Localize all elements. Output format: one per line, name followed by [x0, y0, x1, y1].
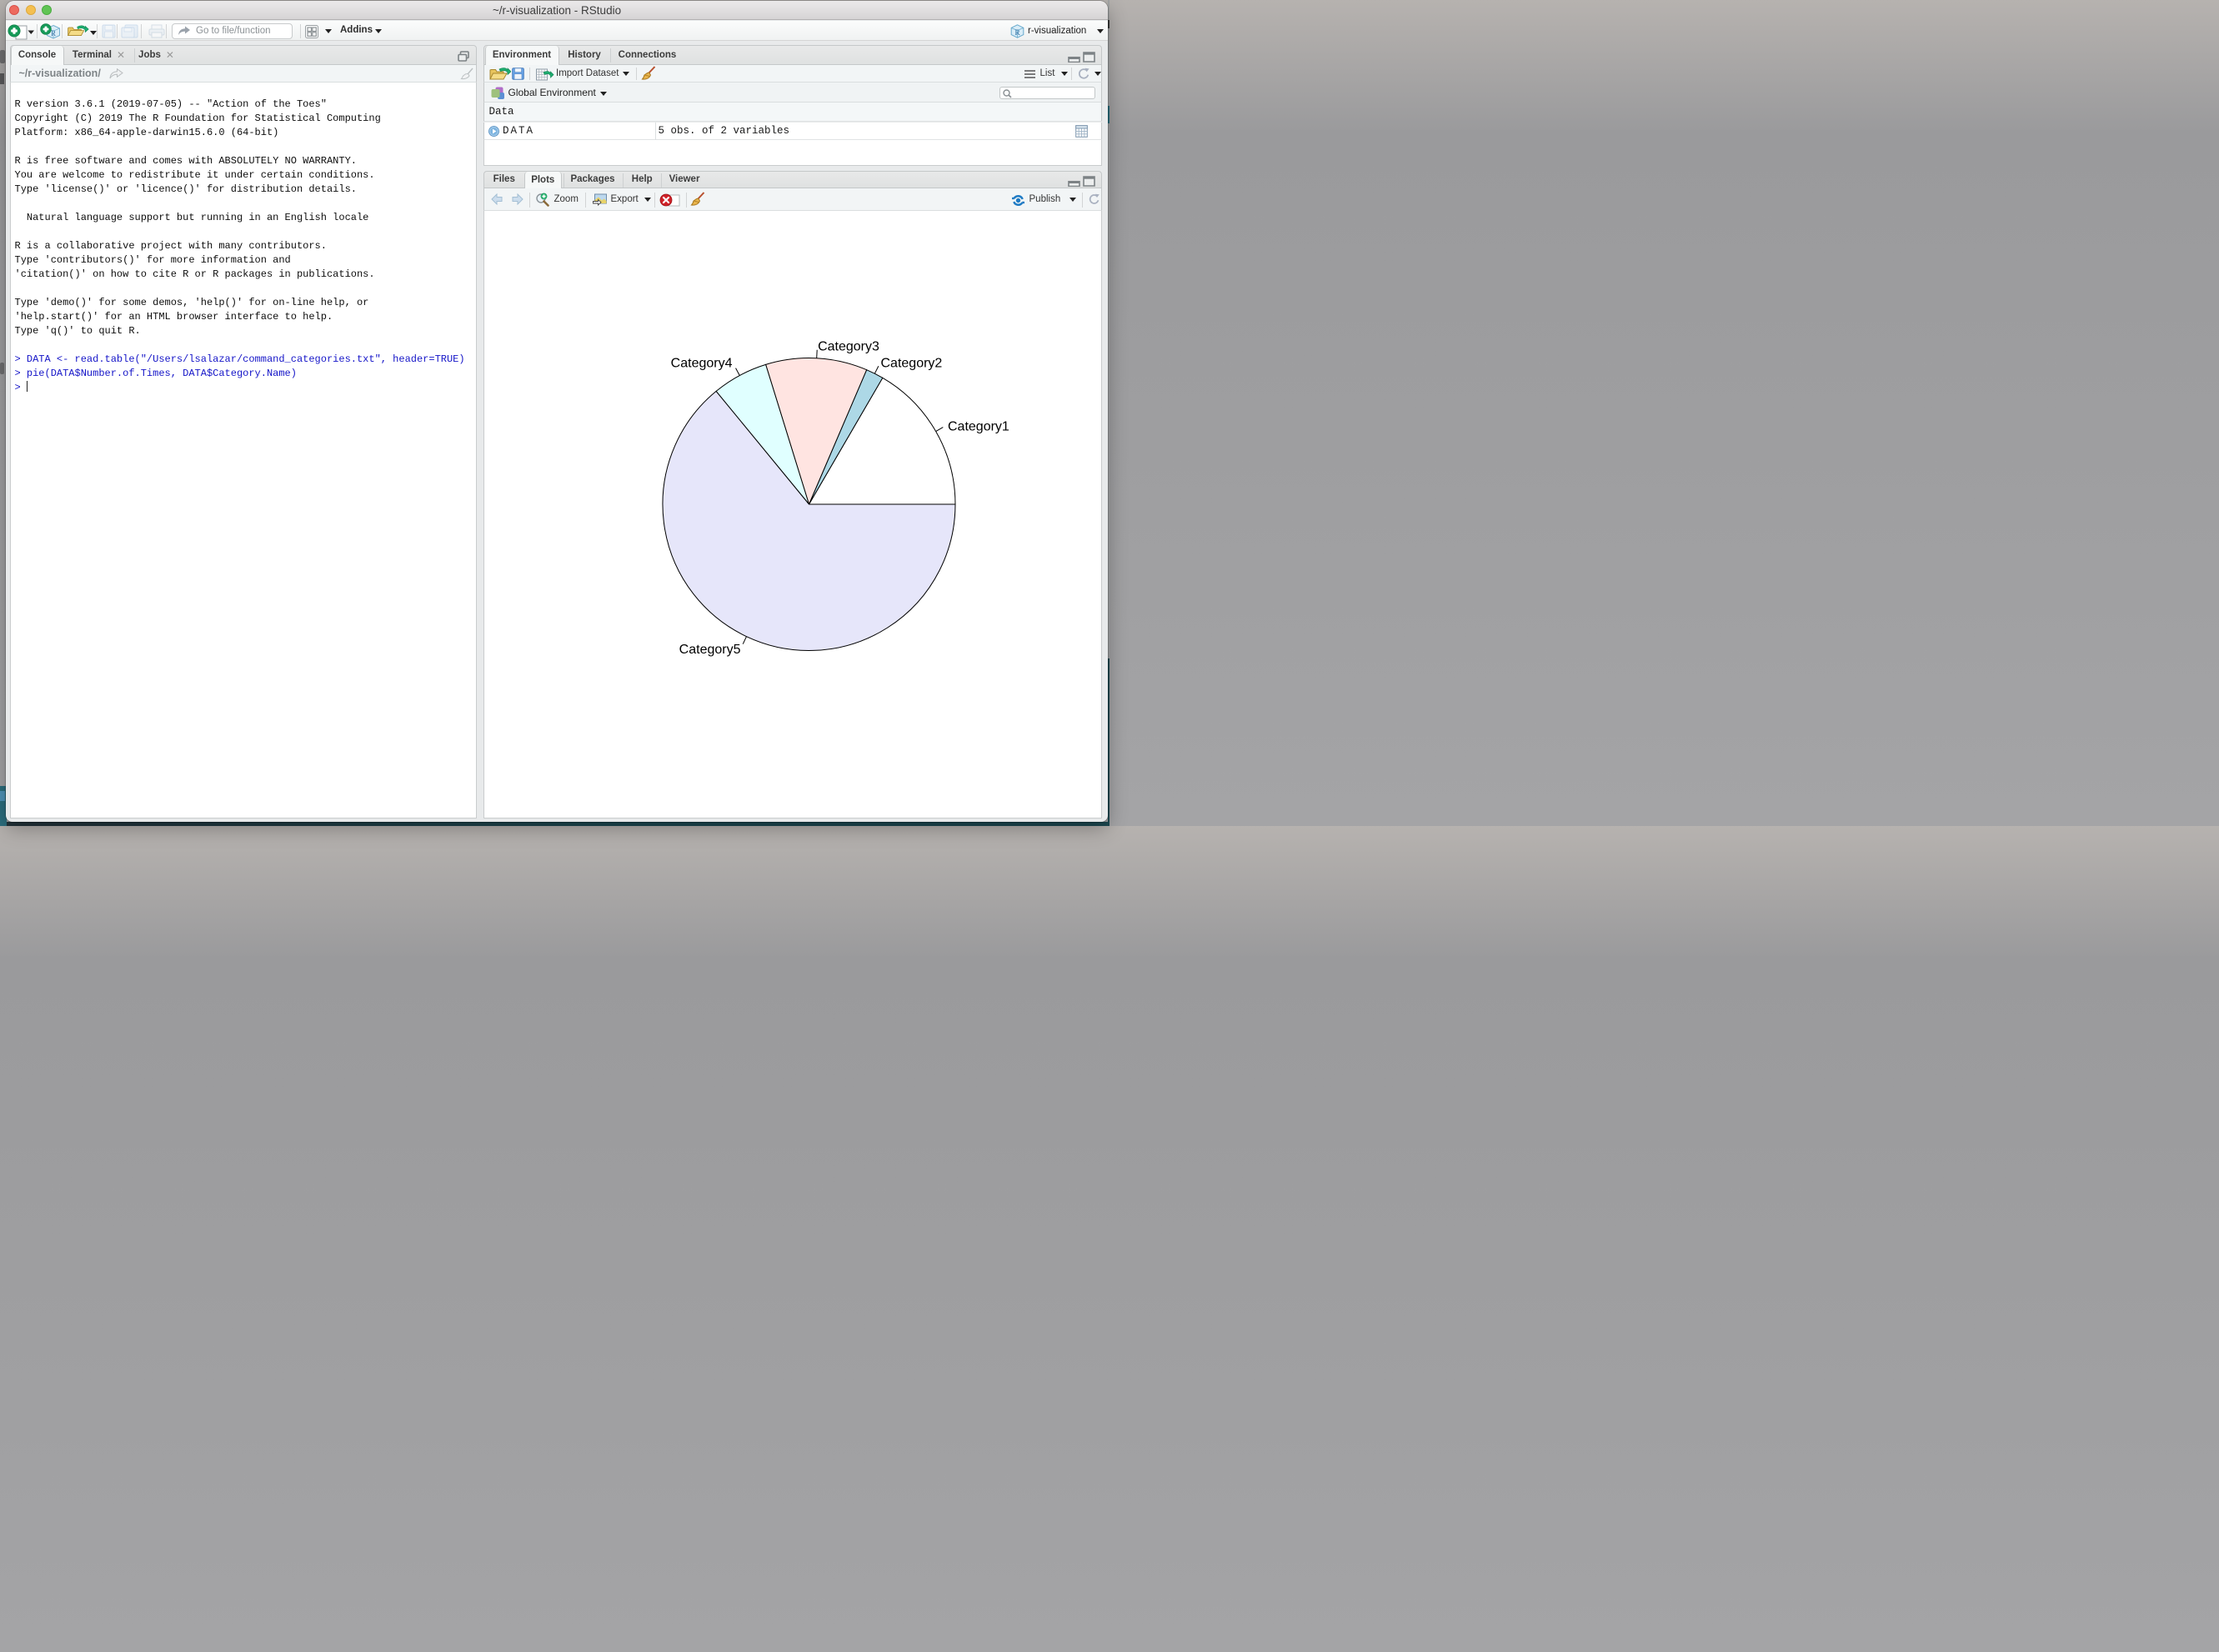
svg-text:Category3: Category3: [818, 340, 879, 354]
svg-text:R: R: [1014, 29, 1020, 38]
svg-text:Category2: Category2: [880, 357, 942, 371]
svg-text:Category5: Category5: [679, 643, 740, 657]
svg-text:Category1: Category1: [948, 420, 1009, 434]
svg-text:Category4: Category4: [670, 357, 732, 371]
svg-text:R: R: [51, 29, 56, 38]
